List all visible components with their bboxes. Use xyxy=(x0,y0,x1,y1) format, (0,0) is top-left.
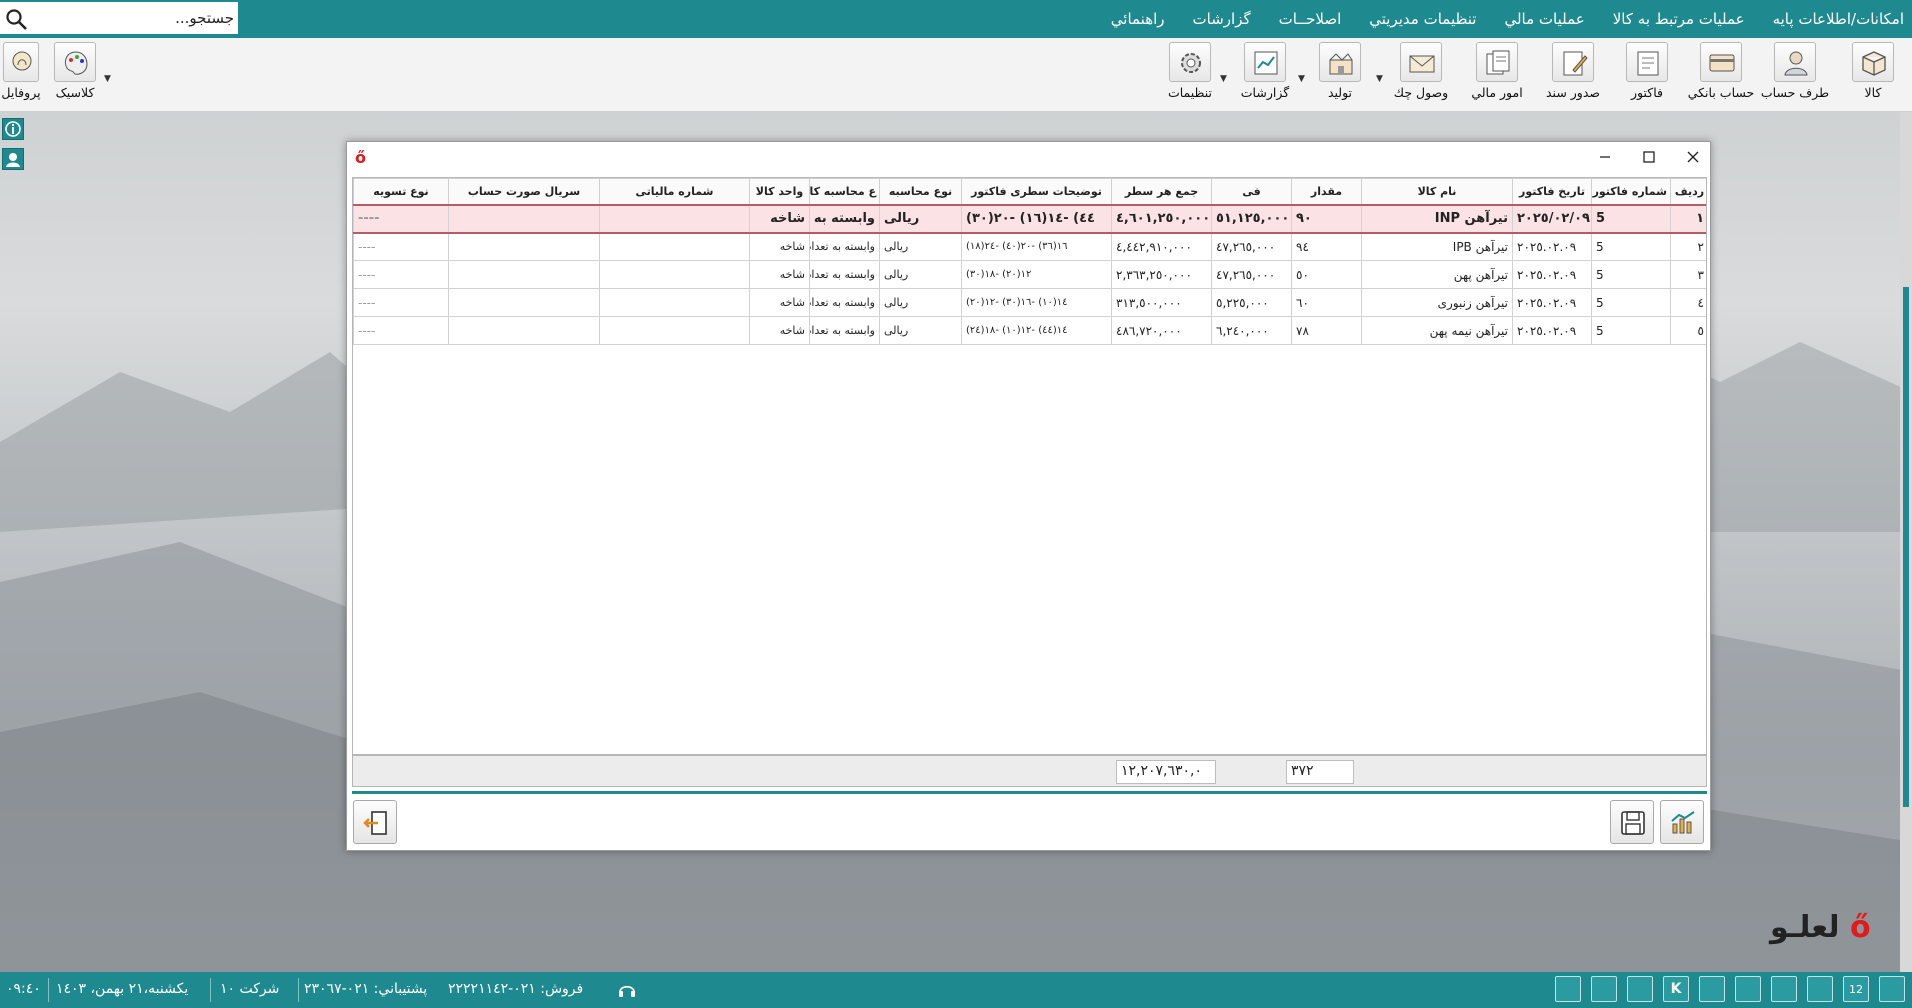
toolbar-invoice-button[interactable]: فاکتور xyxy=(1612,42,1682,108)
column-header[interactable]: نام كالا xyxy=(1361,178,1513,205)
table-row[interactable]: ٥ 5 ٢٠٢٥.٠٢.٠٩ تيرآهن نيمه پهن ٧٨ ٦,٢٤٠,… xyxy=(353,316,1706,345)
box-icon xyxy=(1852,42,1894,82)
toolbar-voucher-button[interactable]: صدور سند xyxy=(1538,42,1608,108)
calculator-icon[interactable] xyxy=(1699,976,1725,1002)
toolbar-check-button[interactable]: وصول چك xyxy=(1386,42,1456,108)
maximize-icon[interactable] xyxy=(1638,146,1660,168)
app-logo-icon: ő xyxy=(355,148,366,167)
column-header[interactable]: تاريخ فاكتور xyxy=(1512,178,1592,205)
palette-icon xyxy=(54,42,96,82)
menu-basic-info[interactable]: امکانات/اطلاعات پايه xyxy=(1773,10,1904,28)
exit-button[interactable] xyxy=(353,800,397,844)
invoice-items-dialog: ő رديف شماره فاكتور تاريخ فاكتور نام كال… xyxy=(346,141,1711,851)
status-time: ٠٩:٤٠ xyxy=(6,981,41,997)
column-header[interactable]: سريال صورت حساب xyxy=(448,178,600,205)
column-header[interactable]: شماره مالياتی xyxy=(599,178,750,205)
document-pen-icon xyxy=(1552,42,1594,82)
column-header[interactable]: نوع تسويه xyxy=(353,178,449,205)
calendar-grid-icon[interactable] xyxy=(1591,976,1617,1002)
close-icon[interactable] xyxy=(1682,146,1704,168)
document-list-icon[interactable] xyxy=(1555,976,1581,1002)
user-card-icon[interactable] xyxy=(2,148,24,170)
column-header[interactable]: مقدار xyxy=(1291,178,1362,205)
envelope-icon xyxy=(1400,42,1442,82)
column-header[interactable]: واحد كالا xyxy=(749,178,810,205)
phone-book-icon[interactable] xyxy=(1627,976,1653,1002)
toolbar-production-button[interactable]: توليد xyxy=(1305,42,1375,108)
table-row[interactable]: ٤ 5 ٢٠٢٥.٠٢.٠٩ تيرآهن زنبوری ٦٠ ٥,٢٢٥,٠٠… xyxy=(353,288,1706,317)
toolbar-profile-button[interactable]: پروفایل xyxy=(0,42,56,108)
person-icon xyxy=(1774,42,1816,82)
chart-report-button[interactable] xyxy=(1660,800,1704,844)
search-box xyxy=(0,2,238,34)
financial-docs-icon xyxy=(1476,42,1518,82)
toolbar-product-button[interactable]: کالا xyxy=(1838,42,1908,108)
save-icon xyxy=(1621,811,1645,835)
calendar-icon[interactable] xyxy=(1879,976,1905,1002)
save-button[interactable] xyxy=(1610,800,1654,844)
toolbar-reports-button[interactable]: گزارشات xyxy=(1230,42,1300,108)
column-header[interactable]: جمع هر سطر xyxy=(1111,178,1212,205)
toolbar-bank-account-button[interactable]: حساب بانکي xyxy=(1686,42,1756,108)
main-menu-bar: امکانات/اطلاعات پايه عمليات مرتبط به کال… xyxy=(0,0,1912,38)
profile-icon xyxy=(3,42,39,82)
menu-help[interactable]: راهنمائي xyxy=(1111,10,1165,28)
share-icon[interactable] xyxy=(1771,976,1797,1002)
exit-icon xyxy=(363,811,387,835)
dialog-divider xyxy=(352,791,1707,794)
column-header[interactable]: نوع محاسبه xyxy=(879,178,962,205)
totals-bar: ٣٧٢ ١٢,٢٠٧,٦٣٠,٠ xyxy=(352,755,1707,787)
factory-icon xyxy=(1319,42,1361,82)
headset-icon xyxy=(619,985,635,997)
table-row[interactable]: ١ 5 ٢٠٢٥/٠٢/٠٩ تيرآهن INP ٩٠ ٥١,١٢٥,٠٠٠ … xyxy=(353,203,1706,234)
chevron-down-icon[interactable]: ▼ xyxy=(1376,74,1383,84)
invoice-icon xyxy=(1626,42,1668,82)
table-row[interactable]: ٣ 5 ٢٠٢٥.٠٢.٠٩ تيرآهن پهن ٥٠ ٤٧,٢٦٥,٠٠٠ … xyxy=(353,260,1706,289)
menu-admin-settings[interactable]: تنظيمات مديريتي xyxy=(1369,10,1476,28)
chevron-down-icon[interactable]: ▼ xyxy=(104,74,111,84)
dialog-titlebar: ő xyxy=(347,142,1710,172)
menu-reports[interactable]: گزارشات xyxy=(1193,10,1251,28)
column-header[interactable]: توضيحات سطری فاكتور xyxy=(961,178,1112,205)
column-header[interactable]: فی xyxy=(1211,178,1292,205)
report-chart-icon xyxy=(1244,42,1286,82)
bank-card-icon xyxy=(1700,42,1742,82)
column-header[interactable]: ع محاسبه كالا xyxy=(809,178,880,205)
brand-logo: ő لعلـو xyxy=(1770,910,1871,945)
scrollbar[interactable] xyxy=(1900,112,1912,972)
column-header[interactable]: شماره فاكتور xyxy=(1591,178,1671,205)
minimize-icon[interactable] xyxy=(1594,146,1616,168)
status-company: شرکت ١٠ xyxy=(220,981,280,997)
menu-corrections[interactable]: اصلاحــات xyxy=(1279,10,1342,28)
status-support-phone: پشتيباني: ٠٢١-٢٣٠٦٧ xyxy=(304,981,428,997)
column-header[interactable]: رديف xyxy=(1670,178,1706,205)
menu-financial-ops[interactable]: عمليات مالي xyxy=(1504,10,1584,28)
toolbar-party-button[interactable]: طرف حساب xyxy=(1760,42,1830,108)
main-toolbar: کالا طرف حساب حساب بانکي فاکتور صدور سند… xyxy=(0,38,1912,112)
table-row[interactable]: ٢ 5 ٢٠٢٥.٠٢.٠٩ تيرآهن IPB ٩٤ ٤٧,٢٦٥,٠٠٠ … xyxy=(353,232,1706,261)
toolbar-financial-button[interactable]: امور مالي xyxy=(1462,42,1532,108)
total-quantity: ٣٧٢ xyxy=(1286,760,1354,784)
invoice-items-grid[interactable]: رديف شماره فاكتور تاريخ فاكتور نام كالا … xyxy=(352,177,1707,755)
calendar-day-icon[interactable]: 12 xyxy=(1843,976,1869,1002)
search-icon[interactable] xyxy=(4,7,28,31)
info-icon[interactable] xyxy=(2,118,24,140)
menu-product-ops[interactable]: عمليات مرتبط به کالا xyxy=(1613,10,1745,28)
status-sales-phone: فروش: ٠٢١-٢٢٢٢١١٤٢ xyxy=(448,981,584,997)
search-input[interactable] xyxy=(38,4,238,32)
status-bar: ٠٩:٤٠ يكشنبه،٢١ بهمن، ١٤٠٣ شرکت ١٠ پشتيب… xyxy=(0,972,1912,1008)
total-amount: ١٢,٢٠٧,٦٣٠,٠ xyxy=(1116,760,1216,784)
scrollbar-thumb[interactable] xyxy=(1903,287,1909,807)
notes-icon[interactable] xyxy=(1735,976,1761,1002)
gear-icon xyxy=(1169,42,1211,82)
k-shortcut-icon[interactable]: K xyxy=(1663,976,1689,1002)
chart-icon xyxy=(1671,811,1695,834)
status-date: يكشنبه،٢١ بهمن، ١٤٠٣ xyxy=(56,981,189,997)
chart-icon[interactable] xyxy=(1807,976,1833,1002)
toolbar-settings-button[interactable]: تنظيمات xyxy=(1155,42,1225,108)
data-table: رديف شماره فاكتور تاريخ فاكتور نام كالا … xyxy=(353,178,1706,345)
table-header-row: رديف شماره فاكتور تاريخ فاكتور نام كالا … xyxy=(353,178,1706,205)
